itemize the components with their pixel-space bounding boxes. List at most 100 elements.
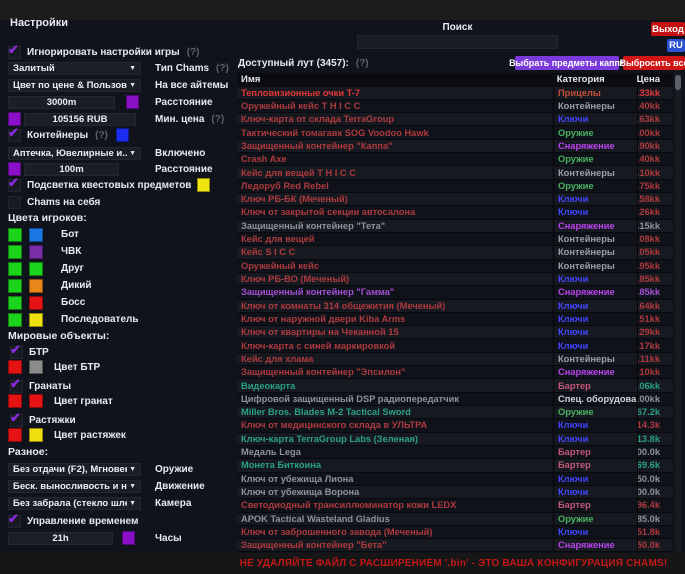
min-price-input[interactable]: 105156 RUB (24, 113, 136, 126)
loot-row[interactable]: Кейс для вещейКонтейнеры2.08kk (237, 233, 673, 246)
loot-row[interactable]: Защищенный контейнер "Тета"Снаряжение2.1… (237, 220, 673, 233)
loot-row[interactable]: APOK Tactical Wasteland GladiusОружие785… (237, 513, 673, 526)
chams-type-select[interactable]: Залитый ▼ (8, 62, 141, 75)
column-price[interactable]: Цена (637, 74, 673, 85)
player-color-swatch-1[interactable] (8, 296, 22, 310)
loot-row[interactable]: Crash AxeОружие3.40kk (237, 153, 673, 166)
tripwires-checkbox[interactable]: ✔ (10, 414, 23, 427)
loot-row[interactable]: ВидеокартаБартер1.06kk (237, 379, 673, 392)
loot-item-price: 785.0k (637, 513, 673, 525)
camera-row: Без забрала (стекло шлема) ▼ Камера (8, 496, 234, 510)
time-control-checkbox[interactable]: ✔ (8, 515, 21, 528)
drop-all-button[interactable]: Выбросить все (623, 56, 685, 70)
loot-row[interactable]: Ключ РБ-БК (Меченый)Ключи2.58kk (237, 193, 673, 206)
select-kappa-items-button[interactable]: Выбрать предметы каппа (515, 56, 619, 70)
loot-row[interactable]: Защищенный контейнер "Гамма"Снаряжение1.… (237, 286, 673, 299)
containers-distance-input[interactable]: 100m (24, 163, 119, 176)
settings-title: Настройки (10, 17, 68, 29)
loot-row[interactable]: Ключ от комнаты 314 общежития (Меченый)К… (237, 300, 673, 313)
player-color-swatch-2[interactable] (29, 245, 43, 259)
quest-items-checkbox[interactable]: ✔ (8, 179, 21, 192)
loot-item-category: Прицелы (553, 87, 637, 99)
weapon-select[interactable]: Без отдачи (F2), Мгновенное п ▼ (8, 463, 141, 476)
distance-color-swatch[interactable] (126, 95, 139, 109)
loot-row[interactable]: Защищенный контейнер "Эпсилон"Снаряжение… (237, 366, 673, 379)
min-price-color-swatch[interactable] (8, 112, 21, 126)
loot-row[interactable]: Цифровой защищенный DSP радиопередатчикС… (237, 393, 673, 406)
loot-row[interactable]: Светодиодный трансиллюминатор кожи LEDXБ… (237, 499, 673, 512)
quest-items-color-swatch[interactable] (197, 178, 210, 192)
loot-item-name: Оружейный кейс (237, 261, 553, 271)
player-color-swatch-2[interactable] (29, 279, 43, 293)
loot-row[interactable]: Ключ от убежища ЛионаКлючи850.0k (237, 473, 673, 486)
loot-row[interactable]: Ключ от квартиры на Чеканной 15Ключи1.29… (237, 326, 673, 339)
help-hint: (?) (356, 58, 369, 69)
tripwires-color-swatch-1[interactable] (8, 428, 22, 442)
movement-select[interactable]: Беск. выносливость и нет уста ▼ (8, 480, 141, 493)
loot-scrollbar-thumb[interactable] (675, 75, 681, 90)
player-color-swatch-2[interactable] (29, 313, 43, 327)
containers-checkbox[interactable]: ✔ (8, 129, 21, 142)
ignore-game-settings-checkbox[interactable]: ✔ (8, 46, 21, 59)
player-color-swatch-1[interactable] (8, 228, 22, 242)
loot-scrollbar[interactable] (675, 73, 681, 553)
player-color-swatch-2[interactable] (29, 262, 43, 276)
containers-color-swatch[interactable] (116, 128, 129, 142)
loot-row[interactable]: Защищенный контейнер "Бета"Снаряжение750… (237, 539, 673, 552)
btr-checkbox[interactable]: ✔ (10, 346, 23, 359)
loot-row[interactable]: Медаль LegaБартер900.0k (237, 446, 673, 459)
column-name[interactable]: Имя (237, 74, 553, 85)
player-color-swatch-1[interactable] (8, 262, 22, 276)
grenades-color-swatch-1[interactable] (8, 394, 22, 408)
player-color-swatch-1[interactable] (8, 245, 22, 259)
loot-item-name: Ключ от убежища Ворона (237, 487, 553, 497)
loot-row[interactable]: Ключ от убежища ВоронаКлючи800.0k (237, 486, 673, 499)
loot-row[interactable]: Ключ-карта от склада TerraGroupКлючи5.63… (237, 113, 673, 126)
loot-row[interactable]: Защищенный контейнер "Каппа"Снаряжение4.… (237, 140, 673, 153)
camera-select[interactable]: Без забрала (стекло шлема) ▼ (8, 497, 141, 510)
loot-row[interactable]: Ледоруб Red RebelОружие2.75kk (237, 180, 673, 193)
loot-row[interactable]: Оружейный кейсКонтейнеры1.95kk (237, 260, 673, 273)
loot-row[interactable]: Ключ-карта с синей маркировкойКлючи1.17k… (237, 339, 673, 352)
loot-row[interactable]: Кейс для хламаКонтейнеры1.11kk (237, 353, 673, 366)
loot-row[interactable]: Ключ-карта TerraGroup Labs (Зеленая)Ключ… (237, 433, 673, 446)
language-button[interactable]: RU (667, 39, 685, 52)
loot-row[interactable]: Монета БиткоинаБартер869.6k (237, 459, 673, 472)
loot-item-category: Ключи (553, 433, 637, 445)
loot-row[interactable]: Ключ от медицинского склада в УЛЬТРАКлюч… (237, 419, 673, 432)
tripwires-color-swatch-2[interactable] (29, 428, 43, 442)
loot-row[interactable]: Ключ от заброшенного завода (Меченый)Клю… (237, 526, 673, 539)
player-color-swatch-2[interactable] (29, 228, 43, 242)
loot-item-category: Ключи (553, 473, 637, 485)
loot-row[interactable]: Кейс S I C CКонтейнеры2.05kk (237, 246, 673, 259)
player-color-swatch-1[interactable] (8, 279, 22, 293)
exit-button[interactable]: Выход (651, 22, 685, 36)
hours-color-swatch[interactable] (122, 531, 135, 545)
loot-row[interactable]: Тактический томагавк SOG Voodoo HawkОруж… (237, 126, 673, 139)
containers-distance-color-swatch[interactable] (8, 162, 21, 176)
loot-row[interactable]: Ключ РБ-ВО (Меченый)Ключи1.85kk (237, 273, 673, 286)
btr-color-swatch-2[interactable] (29, 360, 43, 374)
apply-mode-select[interactable]: Цвет по цене & Пользователь ▼ (8, 79, 141, 92)
check-icon: ✔ (8, 512, 19, 525)
loot-row[interactable]: Кейс для вещей T H I C CКонтейнеры3.10kk (237, 166, 673, 179)
chevron-down-icon: ▼ (129, 483, 136, 490)
player-color-swatch-1[interactable] (8, 313, 22, 327)
loot-item-price: 913.8k (637, 433, 673, 445)
column-category[interactable]: Категория (553, 74, 637, 85)
loot-row[interactable]: Miller Bros. Blades M-2 Tactical SwordОр… (237, 406, 673, 419)
distance-input[interactable]: 3000m (8, 96, 115, 109)
loot-row[interactable]: Ключ от закрытой секции автосалонаКлючи2… (237, 206, 673, 219)
hours-input[interactable]: 21h (8, 532, 113, 545)
loot-row[interactable]: Ключ от наружной двери Kiba ArmsКлючи1.5… (237, 313, 673, 326)
loot-item-name: Тепловизионные очки T-7 (237, 88, 553, 98)
containers-filter-select[interactable]: Аптечка, Ювелирные и... ▼ (8, 147, 141, 160)
search-input[interactable] (357, 35, 558, 49)
btr-color-swatch-1[interactable] (8, 360, 22, 374)
loot-row[interactable]: Оружейный кейс T H I C CКонтейнеры8.40kk (237, 100, 673, 113)
chams-self-checkbox[interactable]: ✔ (8, 196, 21, 209)
player-color-swatch-2[interactable] (29, 296, 43, 310)
grenades-color-swatch-2[interactable] (29, 394, 43, 408)
loot-row[interactable]: Тепловизионные очки T-7Прицелы17.33kk (237, 87, 673, 100)
grenades-checkbox[interactable]: ✔ (10, 380, 23, 393)
